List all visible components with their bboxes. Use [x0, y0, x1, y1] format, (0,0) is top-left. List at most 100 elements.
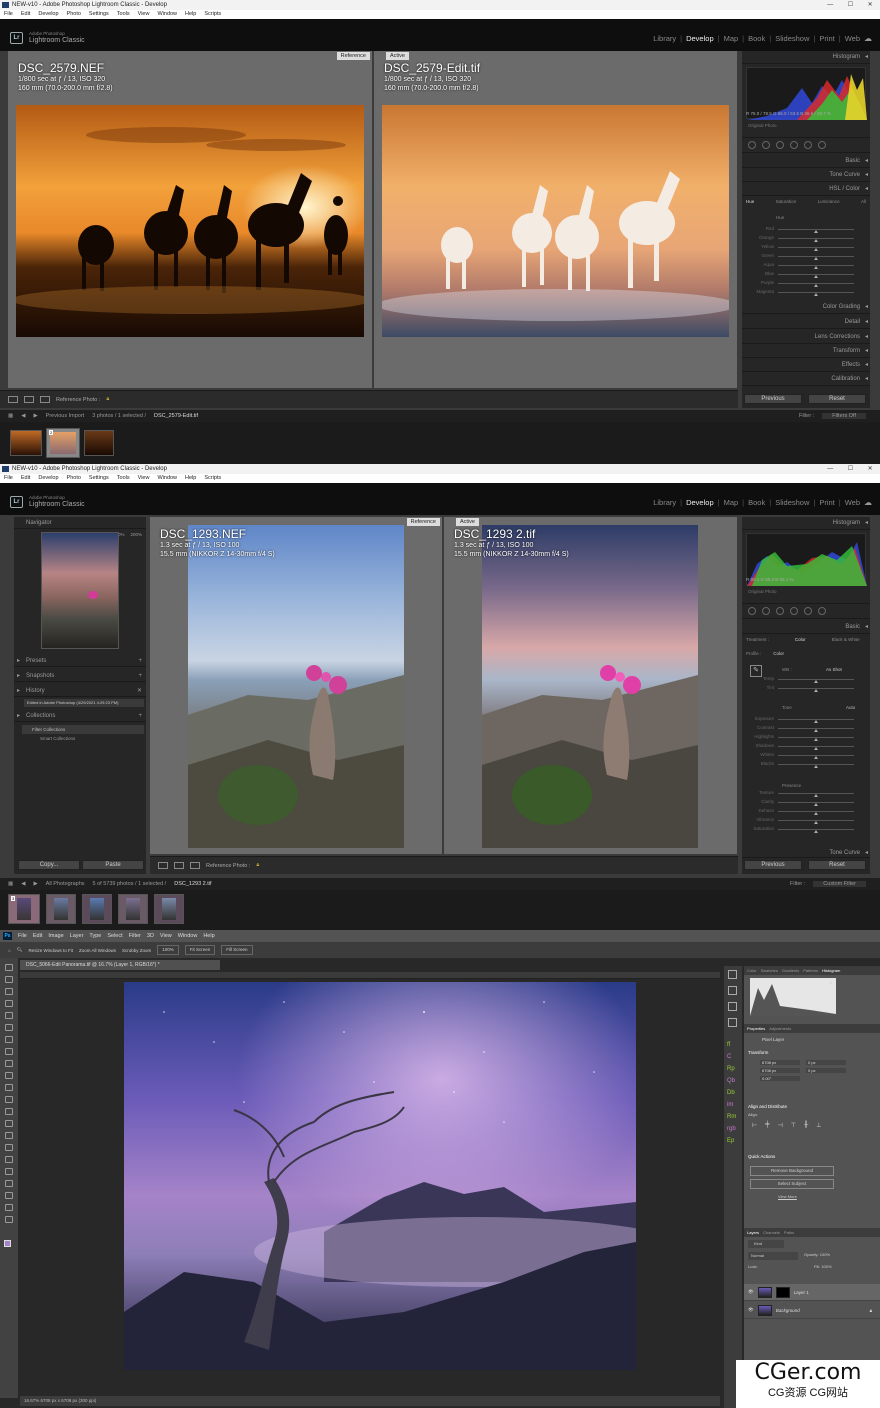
- view-more-link[interactable]: View More: [778, 1194, 797, 1199]
- hsl-tab-all[interactable]: All: [861, 199, 866, 204]
- tab-adjustments[interactable]: Adjustments: [769, 1024, 791, 1033]
- lock-icon[interactable]: 🔒︎: [256, 862, 259, 869]
- thumbnail-selected[interactable]: 2: [46, 428, 80, 458]
- angle-field[interactable]: 0.00°: [760, 1076, 800, 1081]
- film-source[interactable]: All Photographs: [46, 881, 85, 887]
- eyedropper-tool-icon[interactable]: [5, 1036, 13, 1043]
- module-library[interactable]: Library: [653, 498, 676, 507]
- type-tool-icon[interactable]: [5, 1156, 13, 1163]
- module-web[interactable]: Web: [845, 498, 860, 507]
- tab-paths[interactable]: Paths: [784, 1228, 794, 1237]
- color-grading-header[interactable]: Color Grading: [742, 301, 870, 314]
- back-arrow-icon[interactable]: ◀: [21, 413, 25, 419]
- remove-background-button[interactable]: Remove Background: [750, 1166, 834, 1176]
- hsl-slider-handle[interactable]: [814, 293, 818, 296]
- fill-field[interactable]: Fill: 100%: [814, 1264, 832, 1269]
- layer-row-background[interactable]: 👁︎ Background 🔒︎: [744, 1302, 880, 1319]
- reference-viewer[interactable]: Reference DSC_1293.NEF 1.3 sec at ƒ / 13…: [150, 517, 442, 854]
- tone-slider-handle[interactable]: [814, 756, 818, 759]
- resize-windows-option[interactable]: Resize Windows to Fit: [28, 948, 73, 953]
- module-slideshow[interactable]: Slideshow: [775, 498, 809, 507]
- forward-arrow-icon[interactable]: ▶: [33, 413, 37, 419]
- module-develop[interactable]: Develop: [686, 34, 714, 43]
- reference-photo[interactable]: [16, 105, 364, 337]
- snapshots-section[interactable]: Snapshots+: [14, 670, 146, 682]
- reset-button[interactable]: Reset: [808, 860, 866, 870]
- brush-tool-icon[interactable]: [5, 1060, 13, 1067]
- loupe-view-icon[interactable]: [158, 862, 168, 869]
- close-icon[interactable]: ✕: [868, 0, 873, 10]
- menu-photo[interactable]: Photo: [67, 474, 81, 483]
- copy-button[interactable]: Copy...: [18, 860, 80, 870]
- module-map[interactable]: Map: [724, 34, 739, 43]
- ps-menu-3d[interactable]: 3D: [147, 930, 154, 942]
- adjust-panel-icon[interactable]: [728, 1018, 737, 1027]
- lens-corrections-header[interactable]: Lens Corrections: [742, 331, 870, 344]
- align-center-icon[interactable]: ╪: [765, 1122, 769, 1129]
- shape-tool-icon[interactable]: [5, 1180, 13, 1187]
- detail-header[interactable]: Detail: [742, 316, 870, 329]
- hsl-slider-handle[interactable]: [814, 275, 818, 278]
- ps-menu-type[interactable]: Type: [89, 930, 101, 942]
- menu-view[interactable]: View: [138, 474, 150, 483]
- fit-screen-button[interactable]: Fit Screen: [184, 945, 216, 955]
- navigator-preview[interactable]: [41, 532, 119, 649]
- visibility-icon[interactable]: 👁︎: [748, 1307, 754, 1313]
- align-middle-icon[interactable]: ╫: [804, 1122, 808, 1129]
- tab-histogram[interactable]: Histogram: [822, 966, 840, 975]
- menu-edit[interactable]: Edit: [21, 10, 30, 19]
- filter-dropdown[interactable]: Filters Off: [822, 413, 866, 419]
- tone-slider-handle[interactable]: [814, 720, 818, 723]
- thumbnail[interactable]: [118, 894, 148, 924]
- tone-slider-handle[interactable]: [814, 729, 818, 732]
- filter-collections[interactable]: Filter Collections: [22, 725, 144, 734]
- reference-view-icon[interactable]: [40, 396, 50, 403]
- tone-slider-handle[interactable]: [814, 765, 818, 768]
- select-subject-button[interactable]: Select Subject: [750, 1179, 834, 1189]
- back-arrow-icon[interactable]: ◀: [21, 881, 25, 887]
- module-map[interactable]: Map: [724, 498, 739, 507]
- plugin-icon[interactable]: Rm: [727, 1114, 736, 1120]
- tab-channels[interactable]: Channels: [763, 1228, 780, 1237]
- ps-menu-window[interactable]: Window: [178, 930, 198, 942]
- blend-mode-dropdown[interactable]: Normal: [748, 1252, 798, 1260]
- close-icon[interactable]: ✕: [868, 464, 873, 474]
- hand-tool-icon[interactable]: [5, 1192, 13, 1199]
- tone-slider-handle[interactable]: [814, 738, 818, 741]
- previous-button[interactable]: Previous: [744, 394, 802, 404]
- quick-select-tool-icon[interactable]: [5, 1000, 13, 1007]
- filter-dropdown[interactable]: Custom Filter: [813, 881, 866, 887]
- plugin-icon[interactable]: C: [727, 1054, 731, 1060]
- menu-help[interactable]: Help: [185, 474, 196, 483]
- hsl-panel-header[interactable]: HSL / Color: [742, 183, 870, 196]
- menu-window[interactable]: Window: [157, 474, 177, 483]
- lasso-tool-icon[interactable]: [5, 988, 13, 995]
- move-tool-icon[interactable]: [5, 964, 13, 971]
- brush-icon[interactable]: [818, 607, 826, 615]
- align-right-icon[interactable]: ⊣: [778, 1122, 783, 1129]
- menu-file[interactable]: File: [4, 10, 13, 19]
- align-top-icon[interactable]: ⊤: [791, 1122, 796, 1129]
- menu-photo[interactable]: Photo: [67, 10, 81, 19]
- spot-removal-icon[interactable]: [762, 141, 770, 149]
- kind-filter[interactable]: Kind: [748, 1240, 784, 1248]
- hsl-slider-handle[interactable]: [814, 266, 818, 269]
- hsl-slider-handle[interactable]: [814, 284, 818, 287]
- film-source[interactable]: Previous Import: [46, 413, 85, 419]
- effects-header[interactable]: Effects: [742, 359, 870, 372]
- reference-photo[interactable]: [188, 525, 404, 848]
- active-photo[interactable]: [382, 105, 729, 337]
- module-slideshow[interactable]: Slideshow: [775, 34, 809, 43]
- thumbnail[interactable]: [154, 894, 184, 924]
- thumbnail[interactable]: [84, 430, 114, 456]
- menu-scripts[interactable]: Scripts: [204, 474, 221, 483]
- active-viewer[interactable]: Active DSC_1293 2.tif 1.3 sec at ƒ / 13,…: [444, 517, 737, 854]
- zoom-all-option[interactable]: Zoom All Windows: [79, 948, 116, 953]
- history-item[interactable]: Edited in Adobe Photoshop (4/29/2021 4:2…: [24, 699, 144, 707]
- pen-tool-icon[interactable]: [5, 1144, 13, 1151]
- previous-button[interactable]: Previous: [744, 860, 802, 870]
- tone-slider-handle[interactable]: [814, 689, 818, 692]
- crop-icon[interactable]: [748, 607, 756, 615]
- warning-icon[interactable]: ▲: [828, 980, 834, 986]
- tab-color[interactable]: Color: [747, 966, 757, 975]
